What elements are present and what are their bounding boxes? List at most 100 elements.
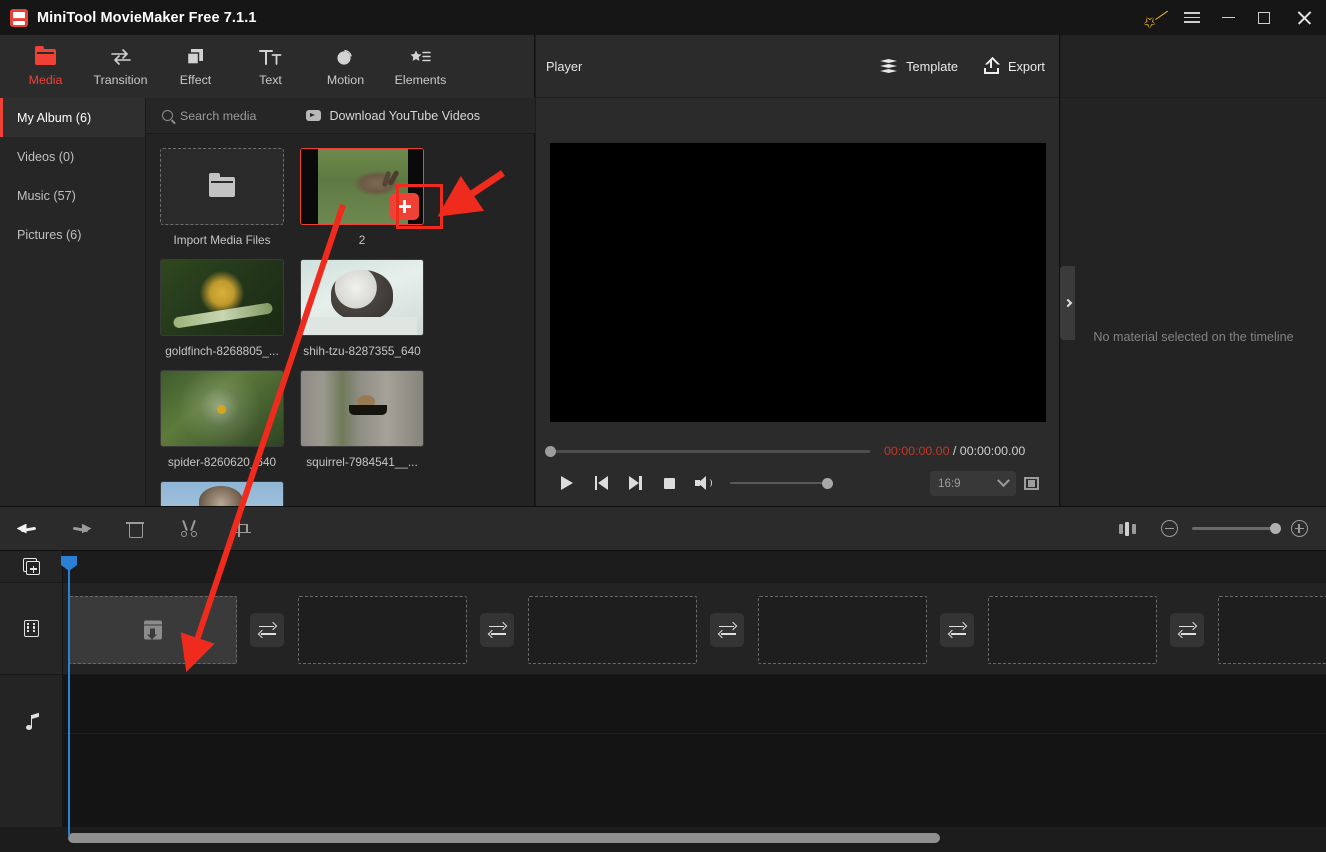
fit-icon [1118,521,1136,536]
sidebar-item-pictures[interactable]: Pictures (6) [0,215,145,254]
timeline-clip[interactable] [68,596,237,664]
minimize-icon[interactable] [1210,0,1246,35]
sidebar-item-my-album-label: My Album (6) [17,110,92,125]
transition-button[interactable] [710,613,744,647]
cat-image [161,482,283,506]
volume-handle[interactable] [822,477,833,489]
import-media-files-tile[interactable]: Import Media Files [160,148,284,247]
timeline-horizontal-scrollbar[interactable] [68,833,940,843]
add-to-timeline-button[interactable] [390,193,419,220]
zoom-slider[interactable] [1192,522,1281,534]
export-button[interactable]: Export [984,58,1045,74]
tab-effect[interactable]: Effect [158,38,233,96]
seek-handle[interactable] [545,445,556,457]
sidebar-item-videos[interactable]: Videos (0) [0,137,145,176]
media-thumbnail [160,370,284,447]
stop-button[interactable] [652,468,686,498]
media-item-partial[interactable] [160,481,284,506]
video-track-header[interactable] [0,582,62,675]
media-item-caption: goldfinch-8268805_... [165,344,279,358]
tab-motion[interactable]: Motion [308,38,383,96]
media-thumbnail [160,259,284,336]
media-toolbar: Search media Download YouTube Videos [146,98,535,134]
audio-track-header[interactable] [0,675,62,769]
download-youtube-videos-button[interactable]: Download YouTube Videos [306,109,480,123]
audio-track[interactable] [63,675,1326,827]
playhead[interactable] [61,556,77,836]
video-preview-area[interactable] [550,142,1046,422]
volume-button[interactable] [686,468,720,498]
aspect-ratio-select[interactable]: 16:9 [930,470,1016,496]
delete-button[interactable] [108,506,162,551]
placeholder-download-icon [143,620,162,640]
undo-button[interactable] [0,506,54,551]
transition-button[interactable] [940,613,974,647]
fullscreen-button[interactable] [1016,469,1046,497]
aspect-ratio-value: 16:9 [938,476,961,490]
tab-media[interactable]: Media [8,38,83,96]
tab-text[interactable]: Text [233,38,308,96]
player-title: Player [546,58,583,74]
media-item-caption: 2 [358,233,366,247]
sidebar-item-music-label: Music (57) [17,188,76,203]
add-track-icon [22,558,40,575]
close-icon[interactable] [1282,0,1326,35]
sidebar-item-pictures-label: Pictures (6) [17,227,82,242]
fit-to-screen-button[interactable] [1100,506,1154,551]
play-button[interactable] [550,468,584,498]
redo-icon [71,521,92,537]
download-youtube-label: Download YouTube Videos [329,108,480,123]
panel-collapse-toggle[interactable] [1060,266,1075,340]
transition-button[interactable] [480,613,514,647]
volume-slider[interactable] [730,477,833,489]
media-item-rabbit[interactable]: 2 [300,148,424,247]
search-input[interactable]: Search media [162,109,256,123]
transition-button[interactable] [250,613,284,647]
timeline-clip[interactable] [1218,596,1326,664]
zoom-out-icon [1160,520,1178,537]
transition-button[interactable] [1170,613,1204,647]
time-display: 00:00:00.00 / 00:00:00.00 [884,444,1025,458]
seek-slider[interactable] [545,445,870,457]
maximize-icon[interactable] [1246,0,1282,35]
media-grid-scroll-area[interactable]: Import Media Files 2 goldfinch-8268805_.… [146,134,535,506]
hamburger-menu-icon[interactable] [1174,0,1210,35]
sidebar-item-my-album[interactable]: My Album (6) [0,98,145,137]
timeline-clip[interactable] [528,596,697,664]
zoom-out-button[interactable] [1154,506,1184,551]
sidebar-item-music[interactable]: Music (57) [0,176,145,215]
next-frame-button[interactable] [618,468,652,498]
add-track-button[interactable] [0,551,62,582]
timeline-clip[interactable] [988,596,1157,664]
media-item-goldfinch[interactable]: goldfinch-8268805_... [160,259,284,358]
tab-elements[interactable]: Elements [383,38,458,96]
media-item-spider[interactable]: spider-8260620_640 [160,370,284,469]
template-button[interactable]: Template [880,59,958,74]
timeline-clip[interactable] [298,596,467,664]
import-media-thumb [160,148,284,225]
previous-frame-button[interactable] [584,468,618,498]
transition-icon [257,621,277,639]
timeline-ruler[interactable] [63,551,1326,582]
media-category-sidebar: My Album (6) Videos (0) Music (57) Pictu… [0,98,146,506]
zoom-handle[interactable] [1270,522,1281,534]
shih-tzu-image [301,260,423,335]
media-item-squirrel[interactable]: squirrel-7984541__... [300,370,424,469]
crop-button[interactable] [216,506,270,551]
tab-transition[interactable]: Transition [83,38,158,96]
current-time: 00:00:00.00 [884,444,950,458]
media-grid: Import Media Files 2 goldfinch-8268805_.… [146,134,535,506]
split-button[interactable] [162,506,216,551]
player-header: Player Template Export [536,35,1059,98]
key-icon[interactable]: ✩— [1138,0,1174,35]
redo-button[interactable] [54,506,108,551]
zoom-in-button[interactable] [1284,506,1314,551]
transition-icon [1177,621,1197,639]
property-empty-message: No material selected on the timeline [1093,330,1294,344]
timeline-clip[interactable] [758,596,927,664]
undo-icon [17,521,38,537]
media-item-shih-tzu[interactable]: shih-tzu-8287355_640 [300,259,424,358]
elements-icon [409,46,433,68]
video-track[interactable] [63,582,1326,675]
timeline-track-headers [0,551,63,827]
